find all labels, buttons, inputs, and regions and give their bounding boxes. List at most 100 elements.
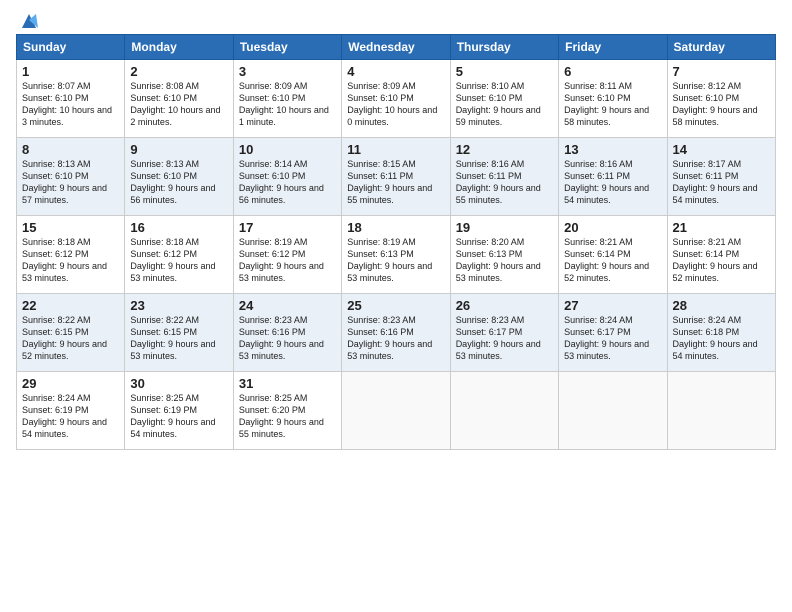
table-row: 4 Sunrise: 8:09 AMSunset: 6:10 PMDayligh… xyxy=(342,60,450,138)
day-number: 24 xyxy=(239,298,336,313)
col-saturday: Saturday xyxy=(667,35,775,60)
day-number: 6 xyxy=(564,64,661,79)
table-row: 13 Sunrise: 8:16 AMSunset: 6:11 PMDaylig… xyxy=(559,138,667,216)
day-number: 13 xyxy=(564,142,661,157)
day-number: 5 xyxy=(456,64,553,79)
col-monday: Monday xyxy=(125,35,233,60)
cell-text: Sunrise: 8:12 AMSunset: 6:10 PMDaylight:… xyxy=(673,81,758,127)
table-row: 30 Sunrise: 8:25 AMSunset: 6:19 PMDaylig… xyxy=(125,372,233,450)
table-row xyxy=(667,372,775,450)
table-row: 24 Sunrise: 8:23 AMSunset: 6:16 PMDaylig… xyxy=(233,294,341,372)
cell-text: Sunrise: 8:24 AMSunset: 6:17 PMDaylight:… xyxy=(564,315,649,361)
cell-text: Sunrise: 8:22 AMSunset: 6:15 PMDaylight:… xyxy=(130,315,215,361)
day-number: 20 xyxy=(564,220,661,235)
header-row: Sunday Monday Tuesday Wednesday Thursday… xyxy=(17,35,776,60)
col-wednesday: Wednesday xyxy=(342,35,450,60)
cell-text: Sunrise: 8:20 AMSunset: 6:13 PMDaylight:… xyxy=(456,237,541,283)
col-thursday: Thursday xyxy=(450,35,558,60)
cell-text: Sunrise: 8:19 AMSunset: 6:13 PMDaylight:… xyxy=(347,237,432,283)
day-number: 18 xyxy=(347,220,444,235)
cell-text: Sunrise: 8:18 AMSunset: 6:12 PMDaylight:… xyxy=(130,237,215,283)
logo xyxy=(16,10,40,28)
cell-text: Sunrise: 8:21 AMSunset: 6:14 PMDaylight:… xyxy=(673,237,758,283)
table-row: 1 Sunrise: 8:07 AMSunset: 6:10 PMDayligh… xyxy=(17,60,125,138)
cell-text: Sunrise: 8:23 AMSunset: 6:16 PMDaylight:… xyxy=(347,315,432,361)
day-number: 2 xyxy=(130,64,227,79)
day-number: 22 xyxy=(22,298,119,313)
table-row: 23 Sunrise: 8:22 AMSunset: 6:15 PMDaylig… xyxy=(125,294,233,372)
col-friday: Friday xyxy=(559,35,667,60)
table-row: 29 Sunrise: 8:24 AMSunset: 6:19 PMDaylig… xyxy=(17,372,125,450)
day-number: 16 xyxy=(130,220,227,235)
header xyxy=(16,10,776,28)
table-row: 16 Sunrise: 8:18 AMSunset: 6:12 PMDaylig… xyxy=(125,216,233,294)
day-number: 14 xyxy=(673,142,770,157)
day-number: 1 xyxy=(22,64,119,79)
day-number: 8 xyxy=(22,142,119,157)
day-number: 29 xyxy=(22,376,119,391)
cell-text: Sunrise: 8:16 AMSunset: 6:11 PMDaylight:… xyxy=(564,159,649,205)
day-number: 12 xyxy=(456,142,553,157)
day-number: 11 xyxy=(347,142,444,157)
table-row xyxy=(450,372,558,450)
day-number: 4 xyxy=(347,64,444,79)
day-number: 23 xyxy=(130,298,227,313)
day-number: 25 xyxy=(347,298,444,313)
table-row: 26 Sunrise: 8:23 AMSunset: 6:17 PMDaylig… xyxy=(450,294,558,372)
cell-text: Sunrise: 8:09 AMSunset: 6:10 PMDaylight:… xyxy=(347,81,437,127)
cell-text: Sunrise: 8:18 AMSunset: 6:12 PMDaylight:… xyxy=(22,237,107,283)
cell-text: Sunrise: 8:24 AMSunset: 6:19 PMDaylight:… xyxy=(22,393,107,439)
day-number: 15 xyxy=(22,220,119,235)
day-number: 26 xyxy=(456,298,553,313)
table-row: 17 Sunrise: 8:19 AMSunset: 6:12 PMDaylig… xyxy=(233,216,341,294)
cell-text: Sunrise: 8:07 AMSunset: 6:10 PMDaylight:… xyxy=(22,81,112,127)
week-row: 22 Sunrise: 8:22 AMSunset: 6:15 PMDaylig… xyxy=(17,294,776,372)
col-sunday: Sunday xyxy=(17,35,125,60)
cell-text: Sunrise: 8:23 AMSunset: 6:16 PMDaylight:… xyxy=(239,315,324,361)
cell-text: Sunrise: 8:19 AMSunset: 6:12 PMDaylight:… xyxy=(239,237,324,283)
table-row: 12 Sunrise: 8:16 AMSunset: 6:11 PMDaylig… xyxy=(450,138,558,216)
table-row: 2 Sunrise: 8:08 AMSunset: 6:10 PMDayligh… xyxy=(125,60,233,138)
table-row: 9 Sunrise: 8:13 AMSunset: 6:10 PMDayligh… xyxy=(125,138,233,216)
day-number: 9 xyxy=(130,142,227,157)
cell-text: Sunrise: 8:21 AMSunset: 6:14 PMDaylight:… xyxy=(564,237,649,283)
table-row xyxy=(342,372,450,450)
day-number: 17 xyxy=(239,220,336,235)
week-row: 8 Sunrise: 8:13 AMSunset: 6:10 PMDayligh… xyxy=(17,138,776,216)
cell-text: Sunrise: 8:25 AMSunset: 6:20 PMDaylight:… xyxy=(239,393,324,439)
table-row: 10 Sunrise: 8:14 AMSunset: 6:10 PMDaylig… xyxy=(233,138,341,216)
cell-text: Sunrise: 8:15 AMSunset: 6:11 PMDaylight:… xyxy=(347,159,432,205)
table-row: 5 Sunrise: 8:10 AMSunset: 6:10 PMDayligh… xyxy=(450,60,558,138)
table-row: 28 Sunrise: 8:24 AMSunset: 6:18 PMDaylig… xyxy=(667,294,775,372)
table-row: 8 Sunrise: 8:13 AMSunset: 6:10 PMDayligh… xyxy=(17,138,125,216)
table-row: 7 Sunrise: 8:12 AMSunset: 6:10 PMDayligh… xyxy=(667,60,775,138)
table-row: 15 Sunrise: 8:18 AMSunset: 6:12 PMDaylig… xyxy=(17,216,125,294)
table-row: 6 Sunrise: 8:11 AMSunset: 6:10 PMDayligh… xyxy=(559,60,667,138)
cell-text: Sunrise: 8:25 AMSunset: 6:19 PMDaylight:… xyxy=(130,393,215,439)
day-number: 28 xyxy=(673,298,770,313)
day-number: 30 xyxy=(130,376,227,391)
cell-text: Sunrise: 8:16 AMSunset: 6:11 PMDaylight:… xyxy=(456,159,541,205)
table-row: 14 Sunrise: 8:17 AMSunset: 6:11 PMDaylig… xyxy=(667,138,775,216)
table-row: 31 Sunrise: 8:25 AMSunset: 6:20 PMDaylig… xyxy=(233,372,341,450)
cell-text: Sunrise: 8:08 AMSunset: 6:10 PMDaylight:… xyxy=(130,81,220,127)
cell-text: Sunrise: 8:17 AMSunset: 6:11 PMDaylight:… xyxy=(673,159,758,205)
col-tuesday: Tuesday xyxy=(233,35,341,60)
week-row: 1 Sunrise: 8:07 AMSunset: 6:10 PMDayligh… xyxy=(17,60,776,138)
cell-text: Sunrise: 8:13 AMSunset: 6:10 PMDaylight:… xyxy=(130,159,215,205)
table-row: 3 Sunrise: 8:09 AMSunset: 6:10 PMDayligh… xyxy=(233,60,341,138)
day-number: 21 xyxy=(673,220,770,235)
day-number: 3 xyxy=(239,64,336,79)
week-row: 15 Sunrise: 8:18 AMSunset: 6:12 PMDaylig… xyxy=(17,216,776,294)
table-row: 27 Sunrise: 8:24 AMSunset: 6:17 PMDaylig… xyxy=(559,294,667,372)
table-row: 19 Sunrise: 8:20 AMSunset: 6:13 PMDaylig… xyxy=(450,216,558,294)
page: Sunday Monday Tuesday Wednesday Thursday… xyxy=(0,0,792,612)
cell-text: Sunrise: 8:10 AMSunset: 6:10 PMDaylight:… xyxy=(456,81,541,127)
day-number: 31 xyxy=(239,376,336,391)
day-number: 27 xyxy=(564,298,661,313)
table-row: 20 Sunrise: 8:21 AMSunset: 6:14 PMDaylig… xyxy=(559,216,667,294)
table-row: 21 Sunrise: 8:21 AMSunset: 6:14 PMDaylig… xyxy=(667,216,775,294)
table-row: 25 Sunrise: 8:23 AMSunset: 6:16 PMDaylig… xyxy=(342,294,450,372)
cell-text: Sunrise: 8:22 AMSunset: 6:15 PMDaylight:… xyxy=(22,315,107,361)
cell-text: Sunrise: 8:23 AMSunset: 6:17 PMDaylight:… xyxy=(456,315,541,361)
